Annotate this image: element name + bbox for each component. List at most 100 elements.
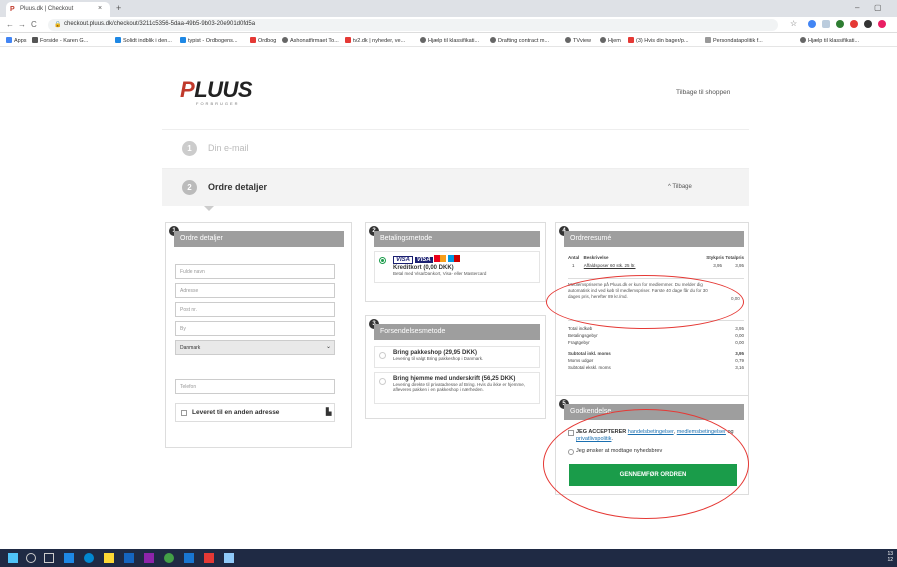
radio[interactable] [379, 352, 386, 359]
puzzle-icon[interactable] [864, 20, 872, 28]
section-heading: Forsendelsesmetode [374, 324, 540, 340]
bookmark-icon [628, 37, 634, 43]
back-to-shop-link[interactable]: Tilbage til shoppen [676, 89, 730, 96]
extension-icon[interactable] [822, 20, 830, 28]
extension-icon[interactable] [850, 20, 858, 28]
bookmark-icon [490, 37, 496, 43]
step-title: Ordre detaljer [208, 182, 268, 192]
minimize-button[interactable]: – [855, 3, 859, 12]
radio[interactable] [379, 378, 386, 385]
col-unit: Stykpris [706, 255, 724, 260]
chevron-down-icon: ⌄ [325, 344, 331, 350]
apps-icon [6, 37, 12, 43]
summary-row: Subtotal ekskl. moms 3,16 [568, 365, 744, 370]
bookmark-icon [250, 37, 256, 43]
bookmark-icon [705, 37, 711, 43]
bookmark-item[interactable]: Hjælp til klassifikati... [800, 37, 859, 44]
maximize-button[interactable]: ▢ [874, 3, 882, 12]
step-email[interactable]: 1 Din e-mail [162, 129, 749, 166]
maestro-icon [448, 255, 461, 262]
task-view-icon[interactable] [44, 553, 54, 563]
col-total: Totalpris [725, 255, 744, 260]
chrome-icon[interactable] [164, 553, 174, 563]
explorer-icon[interactable] [104, 553, 114, 563]
bookmarks-bar: Apps Forside - Karen G... Solidt indblik… [0, 33, 897, 47]
section-heading: Betalingsmetode [374, 231, 540, 247]
app-icon[interactable] [124, 553, 134, 563]
summary-row: Betalingsgebyr 0,00 [568, 333, 744, 338]
address-bar[interactable]: 🔒 checkout.pluus.dk/checkout/3211c5356-5… [48, 19, 778, 31]
summary-subtotal-row: Subtotal inkl. moms 3,95 [568, 351, 744, 356]
app-icon[interactable] [224, 553, 234, 563]
bookmark-icon [565, 37, 571, 43]
city-input[interactable]: By [175, 321, 335, 336]
step-number: 1 [182, 141, 197, 156]
phone-input[interactable]: Telefon [175, 379, 335, 394]
checkbox[interactable] [181, 410, 187, 416]
bookmark-item[interactable]: Ashonatfirmaet To... [282, 37, 339, 44]
profile-avatar[interactable] [878, 20, 886, 28]
bookmark-item[interactable]: typist - Ordbogens... [180, 37, 238, 44]
word-icon[interactable] [184, 553, 194, 563]
bookmark-item[interactable]: Solidt indblik i den... [115, 37, 172, 44]
app-icon[interactable] [144, 553, 154, 563]
shipping-option-home[interactable]: Bring hjemme med underskrift (56,25 DKK)… [374, 372, 540, 404]
logo-subtitle: FORBRUGER [196, 101, 240, 106]
app-icon[interactable] [204, 553, 214, 563]
edge-icon[interactable] [84, 553, 94, 563]
address-input[interactable]: Adresse [175, 283, 335, 298]
deliver-other-address-toggle[interactable]: Leveret til en anden adresse ▙ [175, 403, 335, 422]
checkout-page: PLUUS FORBRUGER Tilbage til shoppen 1 Di… [0, 47, 897, 549]
bookmark-icon [32, 37, 38, 43]
windows-start-icon[interactable] [8, 553, 18, 563]
annotation-ellipse [543, 409, 749, 519]
star-icon[interactable]: ☆ [790, 19, 797, 28]
radio-selected[interactable] [379, 257, 386, 264]
forward-button[interactable]: → [18, 20, 26, 29]
shipping-option-pakkeshop[interactable]: Bring pakkeshop (29,95 DKK) Levering til… [374, 346, 540, 368]
search-icon[interactable] [26, 553, 36, 563]
bookmark-apps[interactable]: Apps [6, 37, 27, 44]
bookmark-item[interactable]: Hjem [600, 37, 621, 44]
bookmark-item[interactable]: Drafting contract m... [490, 37, 549, 44]
bookmark-item[interactable]: Forside - Karen G... [32, 37, 88, 44]
bookmark-item[interactable]: (3) Hvis din bager/p... [628, 37, 689, 44]
tab-close-icon[interactable]: × [98, 5, 102, 12]
country-select[interactable]: Danmark ⌄ [175, 340, 335, 355]
section-heading: Ordre detaljer [174, 231, 344, 247]
step-pointer-arrow [204, 206, 214, 211]
item-total: 3,95 [735, 263, 744, 268]
payment-option-desc: Betal med Visa/Dankort, Visa- eller Mast… [393, 271, 487, 276]
full-name-input[interactable]: Fulde navn [175, 264, 335, 279]
mastercard-icon [434, 255, 447, 262]
payment-option-card[interactable]: VISA VISA Kreditkort (0,00 DKK) Betal me… [374, 251, 540, 283]
visa-electron-icon: VISA [414, 257, 433, 263]
item-link[interactable]: Affaldsposer 60 stk. 25 ltr. [584, 263, 636, 268]
summary-row: Moms udgør 0,79 [568, 358, 744, 363]
extension-icon[interactable] [808, 20, 816, 28]
bookmark-icon [115, 37, 121, 43]
bookmark-item[interactable]: Ordbog [250, 37, 276, 44]
visa-icon: VISA [393, 256, 414, 264]
pluus-logo[interactable]: PLUUS [180, 77, 253, 103]
step-back-link[interactable]: ^ Tilbage [668, 184, 692, 190]
bookmark-icon [345, 37, 351, 43]
extension-icon[interactable] [836, 20, 844, 28]
postal-code-input[interactable]: Post nr. [175, 302, 335, 317]
back-button[interactable]: ← [6, 20, 14, 29]
bookmark-item[interactable]: Persondatapolitik f... [705, 37, 763, 44]
pluus-favicon-icon: P [10, 6, 15, 13]
step-order-details: 2 Ordre detaljer ^ Tilbage [162, 168, 749, 206]
summary-item-row: 1 Affaldsposer 60 stk. 25 ltr. 3,95 3,95 [568, 263, 744, 268]
bookmark-icon [800, 37, 806, 43]
browser-tab[interactable]: P Pluus.dk | Checkout × [6, 2, 110, 17]
bookmark-item[interactable]: TVview [565, 37, 591, 44]
url-text: checkout.pluus.dk/checkout/3211c5356-5da… [64, 21, 256, 27]
bookmark-item[interactable]: Hjælp til klassifikati... [420, 37, 479, 44]
bookmark-icon [282, 37, 288, 43]
new-tab-button[interactable]: + [116, 3, 121, 13]
bookmark-item[interactable]: tv2.dk | nyheder, ve... [345, 37, 405, 44]
app-icon[interactable] [64, 553, 74, 563]
reload-button[interactable]: C [31, 20, 37, 29]
system-clock[interactable]: 13 12 [887, 551, 893, 563]
